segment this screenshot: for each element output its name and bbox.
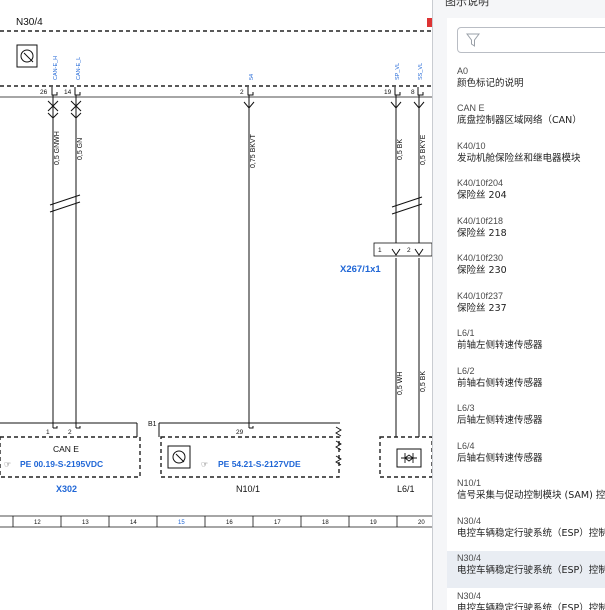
legend-item-code: N10/1 [457, 478, 482, 488]
grid-number: 18 [322, 520, 329, 526]
legend-item-code: K40/10f230 [457, 253, 504, 263]
legend-item-code: L6/1 [457, 328, 475, 338]
legend-item-desc: 后轴左侧转速传感器 [457, 415, 543, 426]
signal-label: CAN-E_L [76, 57, 82, 80]
grid-number: 14 [130, 520, 137, 526]
legend-item[interactable]: K40/10f230 保险丝 230 [447, 251, 605, 288]
legend-item-desc: 电控车辆稳定行驶系统（ESP）控制单元 [457, 528, 605, 539]
pin-number: 29 [236, 429, 244, 436]
legend-item[interactable]: K40/10 发动机舱保险丝和继电器模块 [447, 139, 605, 176]
legend-item-code: K40/10f237 [457, 291, 504, 301]
wiring-diagram: N30/4 CAN-E_H CAN-E_L 54 SP_VL SS_VL 26 … [0, 0, 432, 610]
wire-label: 0,5 BK [420, 371, 427, 392]
legend-item[interactable]: N10/1 信号采集与促动控制模块 (SAM) 控制单元 [447, 476, 605, 513]
funnel-icon [466, 33, 480, 47]
grid-ruler [0, 515, 432, 528]
hand-pointer-icon: ☞ [4, 460, 11, 469]
legend-item-code: L6/4 [457, 441, 475, 451]
can-label: CAN E [53, 444, 79, 454]
filter-box[interactable] [457, 27, 605, 53]
legend-list[interactable]: A0 颜色标记的说明 CAN E 底盘控制器区域网络（CAN） K40/10 发动机舱保险… [447, 18, 605, 610]
pin-number: 2 [68, 429, 72, 436]
grid-number-highlight: 15 [178, 520, 185, 526]
legend-item[interactable]: L6/1 前轴左侧转速传感器 [447, 326, 605, 363]
component-label-x302[interactable]: X302 [56, 484, 77, 494]
reference-link-x302[interactable]: PE 00.19-S-2195VDC [20, 459, 103, 469]
pin-number: 19 [384, 89, 392, 96]
reference-link-n10[interactable]: PE 54.21-S-2127VDE [218, 459, 301, 469]
top-connectors [47, 87, 425, 119]
signal-label: CAN-E_H [53, 56, 59, 80]
wire-label: 0,5 BK [397, 139, 404, 160]
legend-item-desc: 颜色标记的说明 [457, 78, 524, 89]
legend-item[interactable]: K40/10f218 保险丝 218 [447, 214, 605, 251]
legend-item-desc: 保险丝 204 [457, 190, 507, 201]
legend-item-code: CAN E [457, 103, 485, 113]
grid-number: 19 [370, 520, 377, 526]
grid-number: 17 [274, 520, 281, 526]
legend-item-code: N30/4 [457, 516, 482, 526]
component-l6 [379, 436, 432, 478]
wire-label: 0,75 BKVT [250, 133, 257, 168]
component-label-b1: B1 [148, 421, 157, 428]
signal-label: 54 [249, 74, 255, 80]
legend-item-desc: 信号采集与促动控制模块 (SAM) 控制单元 [457, 490, 605, 501]
wire-label: 0,5 BKYE [420, 134, 427, 165]
grid-number: 12 [34, 520, 41, 526]
grid-number: 20 [418, 520, 425, 526]
legend-item-desc: 保险丝 230 [457, 265, 507, 276]
ground-symbol-icon [16, 44, 38, 68]
legend-item[interactable]: K40/10f204 保险丝 204 [447, 176, 605, 213]
legend-item[interactable]: L6/2 前轴右侧转速传感器 [447, 364, 605, 401]
legend-item-code: L6/3 [457, 403, 475, 413]
pin-number: 2 [240, 89, 244, 96]
connector-x267 [373, 242, 432, 257]
legend-item-desc: 后轴右侧转速传感器 [457, 453, 543, 464]
legend-item-desc: 保险丝 218 [457, 228, 507, 239]
pin-number: 26 [40, 89, 48, 96]
wire-label: 0,5 GNWH [54, 131, 61, 165]
pin-number: 1 [378, 247, 382, 254]
legend-panel: 图示说明 A0 颜色标记的说明 CAN E 底盘控制器区域网络（CAN） K40/10 发… [432, 0, 605, 610]
legend-item[interactable]: A0 颜色标记的说明 [447, 64, 605, 101]
legend-item-desc: 前轴右侧转速传感器 [457, 378, 543, 389]
filter-input[interactable] [486, 30, 605, 52]
signal-label: SS_VL [418, 63, 424, 80]
panel-title: 图示说明 [445, 0, 489, 8]
legend-item-code: N30/4 [457, 553, 482, 563]
legend-item-desc: 电控车辆稳定行驶系统（ESP）控制单元 [457, 565, 605, 576]
grid-number: 13 [82, 520, 89, 526]
legend-item[interactable]: N30/4 电控车辆稳定行驶系统（ESP）控制单元 [447, 551, 605, 588]
connector-label-x267: X267/1x1 [340, 264, 381, 275]
pin-number: 14 [64, 89, 72, 96]
component-label-n10[interactable]: N10/1 [236, 484, 260, 494]
legend-item-desc: 底盘控制器区域网络（CAN） [457, 115, 582, 126]
legend-item-code: K40/10f218 [457, 216, 504, 226]
signal-label: SP_VL [395, 63, 401, 80]
legend-item[interactable]: N30/4 电控车辆稳定行驶系统（ESP）控制单元 [447, 589, 605, 610]
legend-item-desc: 发动机舱保险丝和继电器模块 [457, 153, 581, 164]
legend-item[interactable]: L6/4 后轴右侧转速传感器 [447, 439, 605, 476]
component-label-n30: N30/4 [16, 17, 43, 28]
wire-label: 0,5 WH [397, 372, 404, 395]
component-label-l6[interactable]: L6/1 [397, 484, 415, 494]
legend-item-code: A0 [457, 66, 469, 76]
legend-item[interactable]: CAN E 底盘控制器区域网络（CAN） [447, 101, 605, 138]
hand-pointer-icon: ☞ [201, 460, 208, 469]
legend-item[interactable]: K40/10f237 保险丝 237 [447, 289, 605, 326]
legend-item-desc: 保险丝 237 [457, 303, 507, 314]
legend-item-code: L6/2 [457, 366, 475, 376]
legend-item-desc: 前轴左侧转速传感器 [457, 340, 543, 351]
legend-item[interactable]: N30/4 电控车辆稳定行驶系统（ESP）控制单元 [447, 514, 605, 551]
wire-label: 0,5 GN [77, 138, 84, 160]
legend-item-code: N30/4 [457, 591, 482, 601]
legend-item[interactable]: L6/3 后轴左侧转速传感器 [447, 401, 605, 438]
grid-number: 16 [226, 520, 233, 526]
pin-number: 2 [407, 247, 411, 254]
pin-number: 1 [46, 429, 50, 436]
legend-item-desc: 电控车辆稳定行驶系统（ESP）控制单元 [457, 603, 605, 610]
legend-item-code: K40/10 [457, 141, 486, 151]
legend-item-code: K40/10f204 [457, 178, 504, 188]
pin-number: 8 [411, 89, 415, 96]
